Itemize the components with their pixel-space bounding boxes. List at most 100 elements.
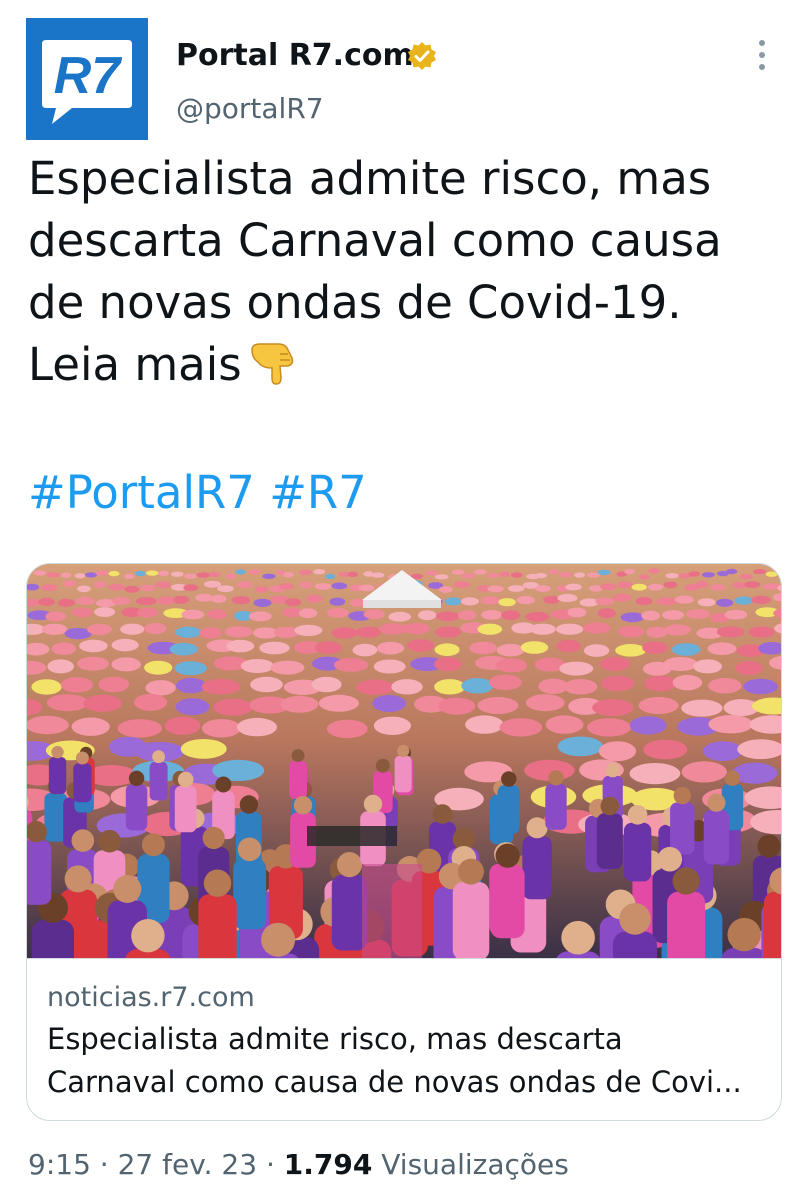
umbrella bbox=[299, 581, 313, 589]
person-head bbox=[657, 846, 683, 872]
umbrella bbox=[71, 717, 110, 736]
umbrella bbox=[643, 739, 688, 760]
umbrella bbox=[681, 699, 723, 717]
person-head bbox=[336, 852, 363, 878]
umbrella bbox=[716, 626, 745, 638]
umbrella bbox=[495, 658, 528, 673]
umbrella bbox=[740, 574, 754, 580]
umbrella bbox=[716, 598, 734, 607]
umbrella bbox=[477, 697, 519, 714]
umbrella bbox=[735, 661, 763, 676]
umbrella bbox=[175, 626, 202, 638]
views-label: Visualizações bbox=[381, 1148, 569, 1181]
umbrella bbox=[51, 642, 77, 655]
umbrella bbox=[474, 569, 487, 575]
umbrella bbox=[688, 571, 701, 577]
umbrella bbox=[254, 585, 268, 593]
umbrella bbox=[672, 674, 703, 691]
umbrella bbox=[557, 593, 578, 603]
umbrella bbox=[77, 656, 109, 671]
link-card[interactable]: noticias.r7.com Especialista admite risc… bbox=[26, 563, 782, 1121]
person-body bbox=[522, 836, 552, 900]
umbrella bbox=[318, 694, 359, 712]
person-body bbox=[612, 931, 657, 958]
umbrella bbox=[648, 568, 660, 574]
umbrella bbox=[662, 610, 685, 620]
umbrella bbox=[248, 569, 261, 575]
more-options-icon[interactable] bbox=[750, 40, 774, 76]
umbrella bbox=[461, 678, 494, 694]
umbrella bbox=[559, 571, 573, 578]
umbrella bbox=[647, 583, 664, 591]
umbrella bbox=[612, 593, 632, 602]
umbrella bbox=[434, 657, 462, 672]
umbrella bbox=[117, 719, 163, 738]
author-name[interactable]: Portal R7.com bbox=[176, 38, 414, 73]
umbrella bbox=[120, 623, 145, 635]
person-body bbox=[125, 784, 148, 831]
umbrella bbox=[331, 582, 348, 590]
person-head bbox=[291, 749, 305, 762]
umbrella bbox=[600, 657, 630, 671]
umbrella bbox=[438, 586, 453, 593]
person-head bbox=[526, 817, 548, 839]
umbrella bbox=[156, 596, 176, 605]
umbrella bbox=[624, 568, 636, 575]
umbrella bbox=[664, 624, 691, 636]
umbrella bbox=[681, 761, 727, 783]
umbrella bbox=[135, 570, 146, 577]
svg-text:R7: R7 bbox=[54, 47, 123, 105]
umbrella bbox=[226, 639, 255, 653]
umbrella bbox=[402, 623, 430, 635]
umbrella bbox=[543, 595, 560, 604]
umbrella bbox=[674, 595, 694, 604]
person-head bbox=[757, 834, 781, 858]
umbrella bbox=[181, 609, 205, 620]
umbrella bbox=[231, 596, 251, 605]
umbrella bbox=[663, 657, 698, 671]
meta-separator: · bbox=[265, 1148, 275, 1181]
umbrella bbox=[534, 585, 551, 592]
umbrella bbox=[635, 597, 653, 606]
person-body bbox=[623, 822, 652, 882]
hashtag-r7[interactable]: #R7 bbox=[269, 466, 367, 519]
tweet-body: Especialista admite risco, mas descarta … bbox=[28, 152, 722, 391]
person-head bbox=[239, 795, 259, 814]
umbrella bbox=[557, 736, 603, 757]
umbrella bbox=[140, 584, 156, 592]
person-head bbox=[202, 826, 225, 850]
person-head bbox=[98, 829, 121, 853]
umbrella bbox=[686, 609, 710, 619]
umbrella bbox=[762, 583, 780, 590]
umbrella bbox=[253, 598, 272, 607]
umbrella bbox=[629, 763, 681, 785]
person-body bbox=[73, 763, 92, 803]
umbrella bbox=[480, 596, 500, 605]
hashtags: #PortalR7 #R7 bbox=[28, 462, 367, 524]
hashtag-portalr7[interactable]: #PortalR7 bbox=[28, 466, 255, 519]
umbrella bbox=[586, 718, 632, 737]
umbrella bbox=[171, 571, 184, 577]
umbrella bbox=[95, 570, 109, 576]
umbrella bbox=[184, 573, 197, 579]
author-handle[interactable]: @portalR7 bbox=[176, 92, 324, 125]
umbrella bbox=[525, 694, 565, 712]
tweet-date[interactable]: 27 fev. 23 bbox=[118, 1148, 257, 1181]
person-body bbox=[490, 865, 525, 939]
person-head bbox=[727, 917, 761, 952]
tweet-time[interactable]: 9:15 bbox=[28, 1148, 91, 1181]
person-body bbox=[149, 761, 168, 801]
umbrella bbox=[744, 581, 761, 589]
umbrella bbox=[545, 715, 584, 734]
person-head bbox=[177, 771, 194, 788]
umbrella bbox=[600, 583, 617, 591]
author-avatar[interactable]: R7 bbox=[26, 18, 148, 140]
umbrella bbox=[646, 626, 668, 638]
umbrella bbox=[31, 679, 62, 695]
person-head bbox=[458, 858, 484, 885]
backhand-index-pointing-down-icon bbox=[248, 336, 300, 404]
umbrella bbox=[169, 642, 198, 656]
umbrella bbox=[250, 676, 283, 693]
umbrella bbox=[534, 572, 547, 579]
umbrella bbox=[270, 660, 305, 675]
